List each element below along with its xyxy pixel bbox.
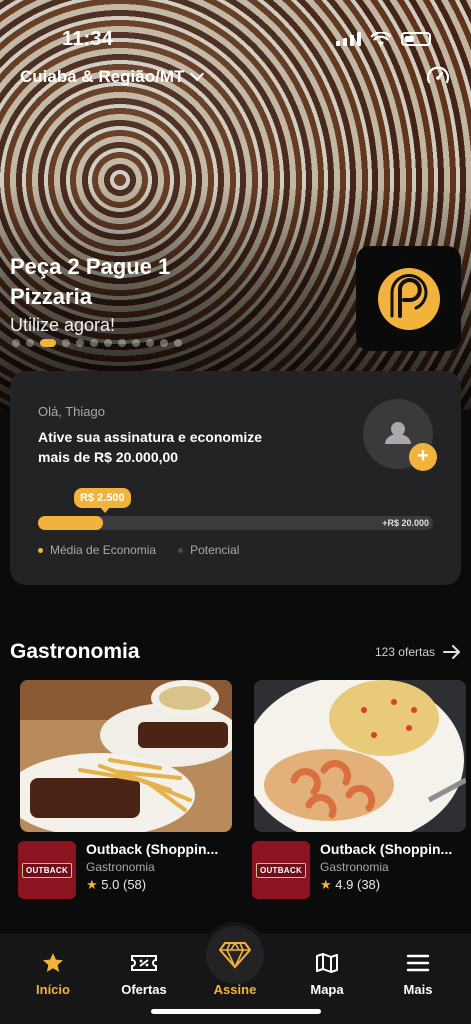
tab-mapa[interactable]: Mapa: [287, 950, 367, 997]
brand-logo-text: OUTBACK: [21, 862, 73, 878]
offer-info: OUTBACK Outback (Shoppin... Gastronomia …: [252, 841, 466, 899]
map-icon: [287, 950, 367, 976]
chevron-down-icon: [190, 66, 205, 82]
gastronomy-section-header: Gastronomia 123 ofertas: [10, 640, 461, 664]
home-indicator: [151, 1009, 321, 1014]
offer-name: Outback (Shoppin...: [86, 841, 219, 857]
carousel-dot[interactable]: [76, 339, 84, 347]
carousel-dot[interactable]: [12, 339, 20, 347]
brand-logo-text: OUTBACK: [255, 862, 307, 878]
status-time: 11:34: [62, 27, 114, 50]
avg-savings-bubble: R$ 2.500: [74, 488, 131, 513]
rating-value: 4.9: [335, 877, 354, 892]
banner-title-line1: Peça 2 Pague 1: [10, 254, 171, 279]
star-icon: ★: [320, 877, 332, 892]
star-icon: ★: [86, 877, 98, 892]
legend-label-potential: Potencial: [190, 543, 240, 557]
subscribe-center-button[interactable]: [202, 922, 268, 988]
offer-info: OUTBACK Outback (Shoppin... Gastronomia …: [18, 841, 232, 899]
see-all-offers-link[interactable]: 123 ofertas: [375, 645, 461, 659]
hero-banner[interactable]: 11:34 Cuiabá & Região/MT Peça 2 Pague 1 …: [0, 0, 471, 410]
bottom-tab-bar: Início Ofertas Assine Mapa Mais: [0, 922, 471, 1024]
menu-icon: [378, 950, 458, 976]
offer-photo-shrimp: [254, 680, 466, 832]
carousel-dots[interactable]: [12, 339, 182, 347]
carousel-dot[interactable]: [104, 339, 112, 347]
tab-assine[interactable]: Assine: [195, 982, 275, 997]
offer-rating: ★ 4.9 (38): [320, 877, 466, 893]
offer-meta: Outback (Shoppin... Gastronomia ★ 5.0 (5…: [86, 841, 232, 899]
avatar[interactable]: +: [363, 399, 437, 471]
carousel-dot[interactable]: [132, 339, 140, 347]
banner-subtitle: Utilize agora!: [10, 315, 116, 335]
tab-mais[interactable]: Mais: [378, 950, 458, 997]
savings-gauge-icon[interactable]: [425, 64, 451, 90]
rating-count: (58): [122, 877, 147, 892]
header-row: Cuiabá & Região/MT: [20, 64, 451, 90]
location-label: Cuiabá & Região/MT: [20, 67, 185, 86]
legend-dot-potential: [178, 547, 184, 553]
subscription-headline-line1: Ative sua assinatura e economize: [38, 429, 263, 445]
location-selector[interactable]: Cuiabá & Região/MT: [20, 66, 205, 87]
carousel-dot[interactable]: [118, 339, 126, 347]
status-icons: [336, 31, 431, 47]
rating-count: (38): [356, 877, 381, 892]
battery-icon: [401, 32, 431, 46]
greeting: Olá, Thiago: [38, 404, 105, 419]
subscription-headline: Ative sua assinatura e economize mais de…: [38, 427, 308, 467]
tab-label: Ofertas: [121, 982, 167, 997]
star-icon: [13, 950, 93, 976]
status-bar: 11:34: [0, 26, 471, 52]
add-photo-button[interactable]: +: [409, 443, 437, 471]
offer-card[interactable]: OUTBACK Outback (Shoppin... Gastronomia …: [252, 680, 466, 899]
arrow-right-icon: [443, 645, 460, 659]
tab-label: Início: [36, 982, 70, 997]
savings-legend: Média de Economia Potencial: [38, 543, 239, 557]
carousel-dot[interactable]: [90, 339, 98, 347]
offers-carousel[interactable]: OUTBACK Outback (Shoppin... Gastronomia …: [18, 680, 471, 900]
signal-icon: [336, 32, 361, 46]
outback-logo: OUTBACK: [18, 841, 76, 899]
legend-label-average: Média de Economia: [50, 543, 157, 557]
carousel-dot-active[interactable]: [40, 339, 56, 347]
carousel-dot[interactable]: [146, 339, 154, 347]
carousel-dot[interactable]: [26, 339, 34, 347]
subscription-headline-line2: mais de R$ 20.000,00: [38, 449, 179, 465]
section-title: Gastronomia: [10, 640, 140, 663]
ticket-icon: [104, 950, 184, 976]
offer-photo-ribs: [20, 680, 232, 832]
tab-ofertas[interactable]: Ofertas: [104, 950, 184, 997]
offer-rating: ★ 5.0 (58): [86, 877, 232, 893]
offer-category: Gastronomia: [86, 860, 155, 874]
offers-count: 123 ofertas: [374, 645, 435, 659]
legend-dot-average: [38, 547, 43, 553]
potential-savings-label: +R$ 20.000: [382, 518, 429, 528]
savings-progress-fill: [38, 516, 104, 530]
subscription-card[interactable]: Olá, Thiago Ative sua assinatura e econo…: [10, 371, 461, 585]
offer-category: Gastronomia: [320, 860, 389, 874]
tab-label: Mais: [403, 982, 433, 997]
tab-label: Mapa: [310, 982, 344, 997]
carousel-dot[interactable]: [160, 339, 168, 347]
offer-name: Outback (Shoppin...: [320, 841, 453, 857]
banner-text: Peça 2 Pague 1 Pizzaria Utilize agora!: [10, 252, 170, 336]
banner-title-line2: Pizzaria: [10, 284, 92, 309]
tab-label: Assine: [213, 982, 257, 997]
wifi-icon: [371, 31, 391, 46]
legend-item-average: Média de Economia: [38, 543, 156, 557]
diamond-icon: [206, 926, 264, 984]
outback-logo: OUTBACK: [252, 841, 310, 899]
shrimp-photo-icon: [254, 680, 466, 832]
offer-card[interactable]: OUTBACK Outback (Shoppin... Gastronomia …: [18, 680, 232, 899]
carousel-dot[interactable]: [174, 339, 182, 347]
offer-meta: Outback (Shoppin... Gastronomia ★ 4.9 (3…: [320, 841, 466, 899]
ribs-photo-icon: [20, 680, 232, 832]
partner-logo[interactable]: [356, 246, 461, 351]
carousel-dot[interactable]: [62, 339, 70, 347]
legend-item-potential: Potencial: [178, 543, 239, 557]
tab-inicio[interactable]: Início: [13, 950, 93, 997]
pizzeria-logo-icon: [377, 267, 440, 330]
savings-progress-bar: +R$ 20.000: [38, 516, 433, 530]
rating-value: 5.0: [101, 877, 120, 892]
